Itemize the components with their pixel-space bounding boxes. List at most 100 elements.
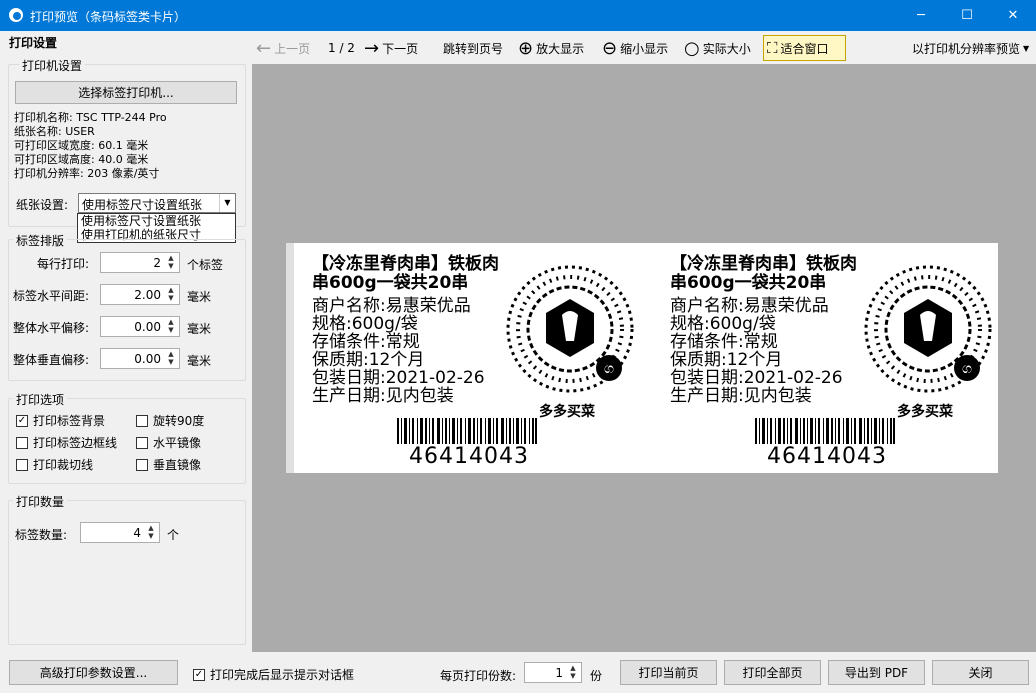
zoom-out-button[interactable]: ⊖ 缩小显示 bbox=[602, 34, 668, 62]
label-storage: 存储条件:常规 bbox=[670, 332, 778, 352]
chevron-down-icon: ▼ bbox=[1023, 43, 1030, 53]
label-storage: 存储条件:常规 bbox=[312, 332, 420, 352]
paper-setting-label: 纸张设置: bbox=[16, 198, 69, 212]
dropdown-option-label-size[interactable]: 使用标签尺寸设置纸张 bbox=[78, 214, 235, 228]
printer-resolution-info: 打印机分辨率: 203 像素/英寸 bbox=[14, 167, 160, 180]
resolution-preview-label: 以打印机分辨率预览 bbox=[912, 41, 1021, 56]
fit-window-label: 适合窗口 bbox=[780, 41, 829, 56]
v-mirror-checkbox[interactable]: 垂直镜像 bbox=[136, 456, 201, 473]
h-offset-value: 0.00 bbox=[134, 320, 161, 334]
print-cutline-label: 打印裁切线 bbox=[33, 458, 94, 472]
qr-app-name: 多多买菜 bbox=[897, 404, 953, 420]
next-page-label: 下一页 bbox=[382, 41, 419, 56]
count-spinner[interactable]: 4 ▲ ▼ bbox=[80, 522, 160, 543]
preview-toolbar: ← 上一页 1 / 2 → 下一页 跳转到页号 ⊕ 放大显示 ⊖ 缩小显示 ○ 实际大小 … bbox=[252, 34, 1036, 62]
svg-text:ග: ග bbox=[604, 361, 614, 377]
rotate-90-checkbox[interactable]: 旋转90度 bbox=[136, 412, 204, 429]
h-mirror-checkbox[interactable]: 水平镜像 bbox=[136, 434, 201, 451]
barcode-icon bbox=[755, 418, 895, 444]
zoom-out-label: 缩小显示 bbox=[620, 41, 669, 56]
advanced-settings-button[interactable]: 高级打印参数设置... bbox=[9, 660, 178, 685]
check-icon: ✓ bbox=[193, 668, 205, 681]
print-count-title: 打印数量 bbox=[13, 493, 68, 510]
print-cutline-checkbox[interactable]: 打印裁切线 bbox=[16, 456, 93, 473]
h-mirror-label: 水平镜像 bbox=[153, 436, 202, 450]
arrow-left-icon: ← bbox=[256, 37, 272, 59]
spinner-arrows-icon[interactable]: ▲ ▼ bbox=[145, 524, 157, 541]
print-background-checkbox[interactable]: ✓ 打印标签背景 bbox=[16, 412, 105, 429]
sidebar-heading: 打印设置 bbox=[9, 36, 58, 50]
label-page: 【冷冻里脊肉串】铁板肉 串600g一袋共20串 商户名称:易惠荣优品 规格:60… bbox=[286, 243, 998, 473]
resolution-preview-menu[interactable]: 以打印机分辨率预览 ▼ bbox=[912, 34, 1029, 62]
copies-label: 每页打印份数: bbox=[440, 669, 517, 683]
zoom-in-label: 放大显示 bbox=[536, 41, 585, 56]
copies-value: 1 bbox=[555, 666, 563, 680]
fit-window-button[interactable]: ⛶ 适合窗口 bbox=[763, 35, 846, 61]
zoom-in-button[interactable]: ⊕ 放大显示 bbox=[518, 34, 584, 62]
v-offset-label: 整体垂直偏移: bbox=[13, 353, 90, 367]
h-offset-spinner[interactable]: 0.00 ▲ ▼ bbox=[100, 316, 180, 337]
window-title: 打印预览（条码标签类卡片） bbox=[30, 10, 187, 24]
h-gap-label: 标签水平间距: bbox=[13, 289, 90, 303]
printer-settings-title: 打印机设置 bbox=[19, 57, 86, 74]
label-title-line1: 【冷冻里脊肉串】铁板肉 bbox=[312, 254, 499, 274]
arrow-right-icon: → bbox=[364, 37, 380, 59]
prev-page-button[interactable]: ← 上一页 bbox=[256, 34, 310, 62]
h-gap-spinner[interactable]: 2.00 ▲ ▼ bbox=[100, 284, 180, 305]
next-page-button[interactable]: → 下一页 bbox=[364, 34, 418, 62]
paper-setting-value: 使用标签尺寸设置纸张 bbox=[82, 198, 203, 212]
barcode-icon bbox=[397, 418, 537, 444]
paper-setting-select[interactable]: 使用标签尺寸设置纸张 ▼ bbox=[78, 193, 236, 213]
spinner-arrows-icon[interactable]: ▲ ▼ bbox=[165, 286, 177, 303]
maximize-button[interactable]: ☐ bbox=[944, 0, 990, 31]
svg-text:ග: ග bbox=[962, 361, 972, 377]
fit-window-icon: ⛶ bbox=[767, 39, 778, 57]
close-window-button[interactable]: ✕ bbox=[990, 0, 1036, 31]
close-button[interactable]: 关闭 bbox=[932, 660, 1029, 685]
zoom-out-icon: ⊖ bbox=[602, 37, 618, 59]
page-indicator: 1 / 2 bbox=[328, 41, 355, 55]
spinner-arrows-icon[interactable]: ▲ ▼ bbox=[165, 254, 177, 271]
label-shelf-life: 保质期:12个月 bbox=[312, 350, 425, 370]
label-merchant: 商户名称:易惠荣优品 bbox=[312, 296, 471, 316]
spinner-arrows-icon[interactable]: ▲ ▼ bbox=[165, 350, 177, 367]
h-offset-unit: 毫米 bbox=[187, 322, 212, 336]
label-pack-date: 包装日期:2021-02-26 bbox=[312, 368, 485, 388]
jump-page-button[interactable]: 跳转到页号 bbox=[443, 34, 503, 62]
print-current-button[interactable]: 打印当前页 bbox=[620, 660, 717, 685]
minimize-button[interactable]: ─ bbox=[898, 0, 944, 31]
actual-size-button[interactable]: ○ 实际大小 bbox=[684, 34, 751, 62]
show-dialog-checkbox[interactable]: ✓ 打印完成后显示提示对话框 bbox=[193, 666, 354, 683]
print-options-title: 打印选项 bbox=[13, 391, 68, 408]
copies-spinner[interactable]: 1 ▲ ▼ bbox=[524, 662, 582, 683]
per-row-unit: 个标签 bbox=[187, 258, 224, 272]
printable-width-info: 可打印区域宽度: 60.1 毫米 bbox=[14, 139, 149, 152]
label-title-line2: 串600g一袋共20串 bbox=[670, 273, 827, 293]
magnifier-icon: ○ bbox=[684, 37, 700, 59]
label-merchant: 商户名称:易惠荣优品 bbox=[670, 296, 829, 316]
spinner-arrows-icon[interactable]: ▲ ▼ bbox=[567, 664, 579, 681]
v-offset-value: 0.00 bbox=[134, 352, 161, 366]
title-bar: 打印预览（条码标签类卡片） ─ ☐ ✕ bbox=[0, 0, 1036, 31]
rotate-90-label: 旋转90度 bbox=[153, 414, 205, 428]
label-prod-date: 生产日期:见内包装 bbox=[312, 386, 454, 406]
print-all-button[interactable]: 打印全部页 bbox=[724, 660, 821, 685]
label-pack-date: 包装日期:2021-02-26 bbox=[670, 368, 843, 388]
count-value: 4 bbox=[133, 526, 141, 540]
print-border-checkbox[interactable]: 打印标签边框线 bbox=[16, 434, 117, 451]
chevron-down-icon[interactable]: ▼ bbox=[219, 194, 235, 212]
label-prod-date: 生产日期:见内包装 bbox=[670, 386, 812, 406]
count-unit: 个 bbox=[167, 528, 180, 542]
bottom-bar: 高级打印参数设置... ✓ 打印完成后显示提示对话框 每页打印份数: 1 ▲ ▼ 份 … bbox=[0, 654, 1036, 693]
v-offset-spinner[interactable]: 0.00 ▲ ▼ bbox=[100, 348, 180, 369]
label-layout-title: 标签排版 bbox=[13, 232, 68, 249]
qr-app-name: 多多买菜 bbox=[539, 404, 595, 420]
per-row-spinner[interactable]: 2 ▲ ▼ bbox=[100, 252, 180, 273]
select-printer-button[interactable]: 选择标签打印机... bbox=[15, 81, 237, 104]
export-pdf-button[interactable]: 导出到 PDF bbox=[828, 660, 925, 685]
check-icon: ✓ bbox=[16, 414, 28, 427]
h-gap-value: 2.00 bbox=[134, 288, 161, 302]
spinner-arrows-icon[interactable]: ▲ ▼ bbox=[165, 318, 177, 335]
barcode-number: 46414043 bbox=[767, 444, 887, 469]
v-mirror-label: 垂直镜像 bbox=[153, 458, 202, 472]
